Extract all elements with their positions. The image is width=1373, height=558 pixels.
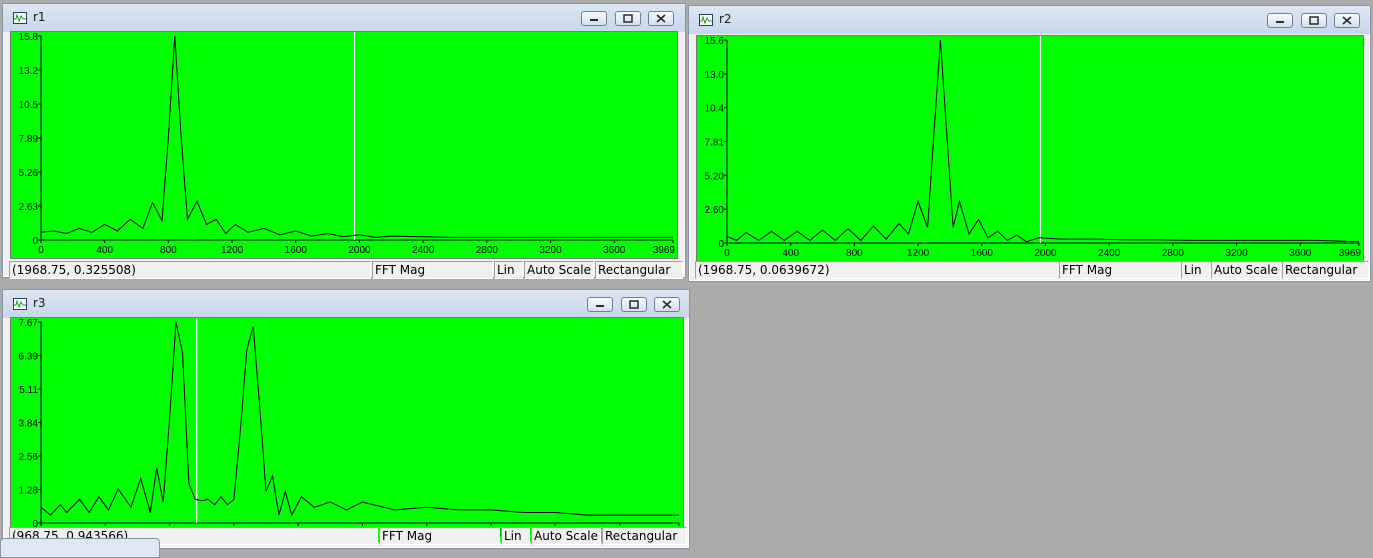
- maximize-button[interactable]: [621, 297, 647, 312]
- y-tick-label: 2.63: [19, 202, 39, 213]
- auto-scale[interactable]: Auto Scale: [1211, 261, 1281, 279]
- window-function[interactable]: Rectangular: [602, 527, 687, 545]
- scale-type[interactable]: Lin: [1181, 261, 1210, 279]
- window-title: r3: [33, 296, 46, 310]
- fft-plot[interactable]: 01.282.563.845.116.397.67040080012001600…: [10, 317, 684, 542]
- x-tick-label: 3600: [1289, 248, 1312, 259]
- minimize-button[interactable]: [1267, 13, 1293, 28]
- x-tick-label: 2800: [1162, 248, 1185, 259]
- y-tick-label: 2.60: [705, 205, 725, 216]
- y-tick-label: 5.11: [19, 385, 38, 396]
- y-tick-label: 10.4: [705, 104, 725, 115]
- display-mode[interactable]: FFT Mag: [1059, 261, 1180, 279]
- minimize-button[interactable]: [587, 297, 613, 312]
- auto-scale[interactable]: Auto Scale: [524, 261, 594, 279]
- close-icon: [662, 300, 672, 309]
- display-mode[interactable]: FFT Mag: [372, 261, 493, 279]
- window-title: r2: [719, 12, 732, 26]
- waveform-icon: [13, 298, 27, 310]
- fft-trace: [40, 35, 673, 238]
- y-tick-label: 7.67: [19, 318, 39, 329]
- minimize-icon: [1276, 21, 1284, 23]
- x-tick-label: 400: [782, 248, 799, 259]
- y-tick-label: 5.20: [705, 171, 725, 182]
- titlebar[interactable]: r2: [689, 6, 1370, 34]
- minimize-icon: [590, 19, 598, 21]
- x-tick-label: 800: [846, 248, 863, 259]
- x-tick-label: 400: [96, 245, 113, 256]
- close-button[interactable]: [654, 297, 680, 312]
- x-tick-label: 1200: [221, 245, 244, 256]
- status-bar: (1968.75, 0.325508) FFT Mag Lin Auto Sca…: [9, 261, 683, 279]
- y-tick-label: 15.8: [19, 32, 39, 43]
- minimized-window[interactable]: [0, 538, 160, 558]
- window-r3[interactable]: r3 01.282.563.845.116.397.67040080012001…: [2, 289, 690, 549]
- y-tick-label: 10.5: [19, 100, 39, 111]
- close-icon: [656, 14, 666, 23]
- scale-type[interactable]: Lin: [501, 527, 530, 545]
- x-tick-label: 0: [724, 248, 730, 259]
- x-tick-label: 1600: [971, 248, 994, 259]
- minimize-button[interactable]: [581, 11, 607, 26]
- y-tick-label: 5.26: [19, 168, 39, 179]
- titlebar[interactable]: r3: [3, 290, 689, 318]
- chart-svg[interactable]: 02.605.207.8110.413.015.60 400 800 1200 1600…: [697, 36, 1363, 261]
- chart-svg[interactable]: 01.282.563.845.116.397.67040080012001600…: [11, 318, 683, 541]
- x-tick-label: 2400: [1098, 248, 1121, 259]
- x-tick-label: 0: [38, 245, 44, 256]
- window-title: r1: [33, 10, 46, 24]
- cursor-readout: (1968.75, 0.325508): [9, 261, 371, 279]
- y-tick-label: 13.0: [705, 70, 725, 81]
- x-tick-label: 2400: [412, 245, 435, 256]
- window-function[interactable]: Rectangular: [595, 261, 683, 279]
- waveform-icon: [13, 12, 27, 24]
- fft-trace: [40, 321, 679, 517]
- x-tick-label: 3200: [539, 245, 562, 256]
- chart-svg[interactable]: 02.635.267.8910.513.215.80 400 800 1200 1600…: [11, 32, 677, 258]
- cursor-readout: (1968.75, 0.0639672): [695, 261, 1058, 279]
- x-tick-label: 3200: [1225, 248, 1248, 259]
- window-r2[interactable]: r2 0 2.60 5.20 7.81 10.4 13.0 15.6 0 400 800 1200 1…: [688, 5, 1371, 282]
- maximize-icon: [623, 14, 633, 23]
- fft-plot[interactable]: 0 2.63 5.26 7.89 10.5 13.2 15.8 0 400 800 1200 1600…: [10, 31, 678, 259]
- status-bar: (1968.75, 0.0639672) FFT Mag Lin Auto Sc…: [695, 261, 1369, 279]
- fft-trace: [726, 39, 1360, 243]
- close-icon: [1342, 16, 1352, 25]
- x-tick-label: 1600: [285, 245, 308, 256]
- x-tick-label: 3969: [653, 245, 676, 256]
- x-tick-label: 3600: [603, 245, 626, 256]
- x-tick-label: 2000: [1034, 248, 1057, 259]
- auto-scale[interactable]: Auto Scale: [531, 527, 601, 545]
- maximize-button[interactable]: [1301, 13, 1327, 28]
- y-tick-label: 7.81: [705, 138, 725, 149]
- waveform-icon: [699, 14, 713, 26]
- y-tick-label: 13.2: [19, 66, 39, 77]
- maximize-button[interactable]: [615, 11, 641, 26]
- x-tick-label: 1200: [907, 248, 930, 259]
- x-tick-label: 800: [160, 245, 177, 256]
- display-mode[interactable]: FFT Mag: [379, 527, 500, 545]
- y-tick-label: 15.6: [705, 36, 725, 47]
- titlebar[interactable]: r1: [3, 4, 685, 32]
- x-tick-label: 2800: [476, 245, 499, 256]
- y-tick-label: 3.84: [19, 419, 39, 430]
- fft-plot[interactable]: 0 2.60 5.20 7.81 10.4 13.0 15.6 0 400 800 1200 1600…: [696, 35, 1364, 262]
- x-tick-label: 3969: [1339, 248, 1362, 259]
- y-tick-label: 1.28: [19, 486, 39, 497]
- scale-type[interactable]: Lin: [494, 261, 523, 279]
- window-function[interactable]: Rectangular: [1282, 261, 1369, 279]
- close-button[interactable]: [648, 11, 674, 26]
- x-tick-label: 2000: [348, 245, 371, 256]
- minimize-icon: [596, 305, 604, 307]
- y-tick-label: 2.56: [19, 452, 39, 463]
- maximize-icon: [1309, 16, 1319, 25]
- y-tick-label: 6.39: [19, 352, 39, 363]
- window-r1[interactable]: r1 0 2.63 5.26 7.89 10.5 13.2 15.8 0 400 800 1200 1…: [2, 3, 686, 279]
- close-button[interactable]: [1334, 13, 1360, 28]
- maximize-icon: [629, 300, 639, 309]
- y-tick-label: 7.89: [19, 134, 39, 145]
